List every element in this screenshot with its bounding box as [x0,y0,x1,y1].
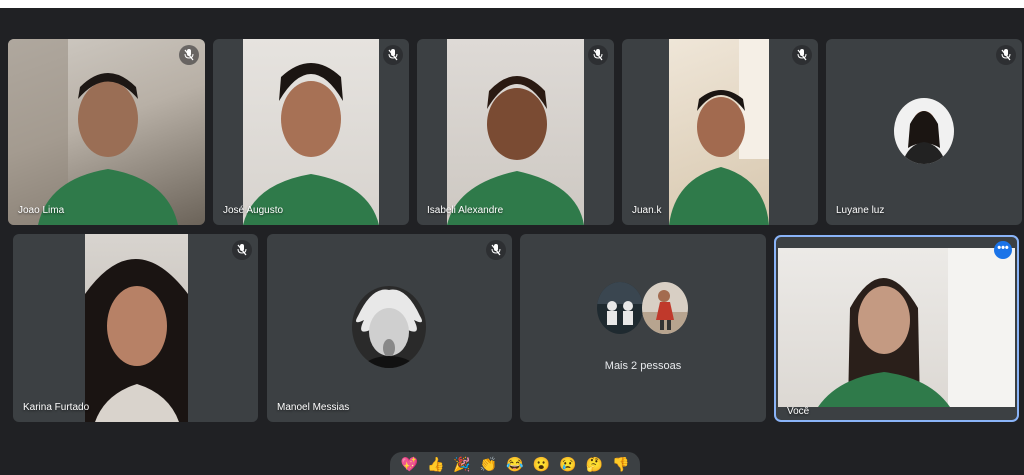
participant-name: José Augusto [223,205,284,216]
participant-name: Karina Furtado [23,402,90,413]
participant-name: Você [787,406,810,417]
person-silhouette [243,63,379,225]
mic-off-icon [996,45,1016,65]
self-video [778,248,1015,407]
reaction-sad-icon[interactable]: 😢 [559,456,576,472]
person-silhouette [8,39,178,225]
participant-name: Manoel Messias [277,402,350,413]
participant-avatar [352,286,426,368]
mic-off-icon [179,45,199,65]
participant-tile-manoel-messias[interactable]: Manoel Messias [267,234,512,422]
participant-tile-karina-furtado[interactable]: Karina Furtado [13,234,258,422]
reaction-thinking-icon[interactable]: 🤔 [586,456,603,472]
participant-tile-jose-augusto[interactable]: José Augusto [213,39,409,225]
reaction-surprised-icon[interactable]: 😮 [533,456,550,472]
person-silhouette [85,259,188,422]
participant-tile-juan-k[interactable]: Juan.k [622,39,818,225]
mic-off-icon [232,240,252,260]
profile-photo [356,289,422,368]
self-view-tile[interactable]: ••• Você [774,235,1019,422]
more-people-label: Mais 2 pessoas [604,360,682,372]
profile-photo [597,282,643,325]
profile-photo [642,290,688,334]
participant-video [85,234,188,422]
participant-video [669,39,769,225]
profile-photo [902,111,946,164]
reaction-laugh-icon[interactable]: 😂 [506,456,523,472]
reaction-thumbs-up-icon[interactable]: 👍 [427,456,444,472]
participant-name: Luyane luz [836,205,885,216]
mic-off-icon [383,45,403,65]
more-options-icon[interactable]: ••• [994,241,1012,259]
participant-tile-luyane-luz[interactable]: Luyane luz [826,39,1022,225]
participant-video [8,39,205,225]
participant-name: Joao Lima [18,205,65,216]
reaction-party-icon[interactable]: 🎉 [453,456,470,472]
person-silhouette [669,39,769,225]
participant-video [243,39,379,225]
more-people-tile[interactable]: Mais 2 pessoas [520,234,766,422]
reactions-bar: 💖 👍 🎉 👏 😂 😮 😢 🤔 👎 [390,452,640,475]
mic-off-icon [588,45,608,65]
participant-avatar [642,282,688,334]
reaction-heart-icon[interactable]: 💖 [401,456,418,472]
participant-tile-isabeli-alexandre[interactable]: Isabeli Alexandre [417,39,614,225]
mic-off-icon [792,45,812,65]
participant-name: Juan.k [632,205,662,216]
participant-avatar [894,98,954,164]
participant-name: Isabeli Alexandre [427,205,504,216]
meeting-stage: Joao Lima José Augusto Isabeli Alexandre [0,8,1024,475]
reaction-thumbs-down-icon[interactable]: 👎 [612,456,629,472]
reaction-clap-icon[interactable]: 👏 [480,456,497,472]
participant-tile-joao-lima[interactable]: Joao Lima [8,39,205,225]
person-silhouette [447,76,584,225]
participant-avatar [597,282,643,334]
participant-video [447,39,584,225]
person-silhouette [818,248,1015,407]
mic-off-icon [486,240,506,260]
